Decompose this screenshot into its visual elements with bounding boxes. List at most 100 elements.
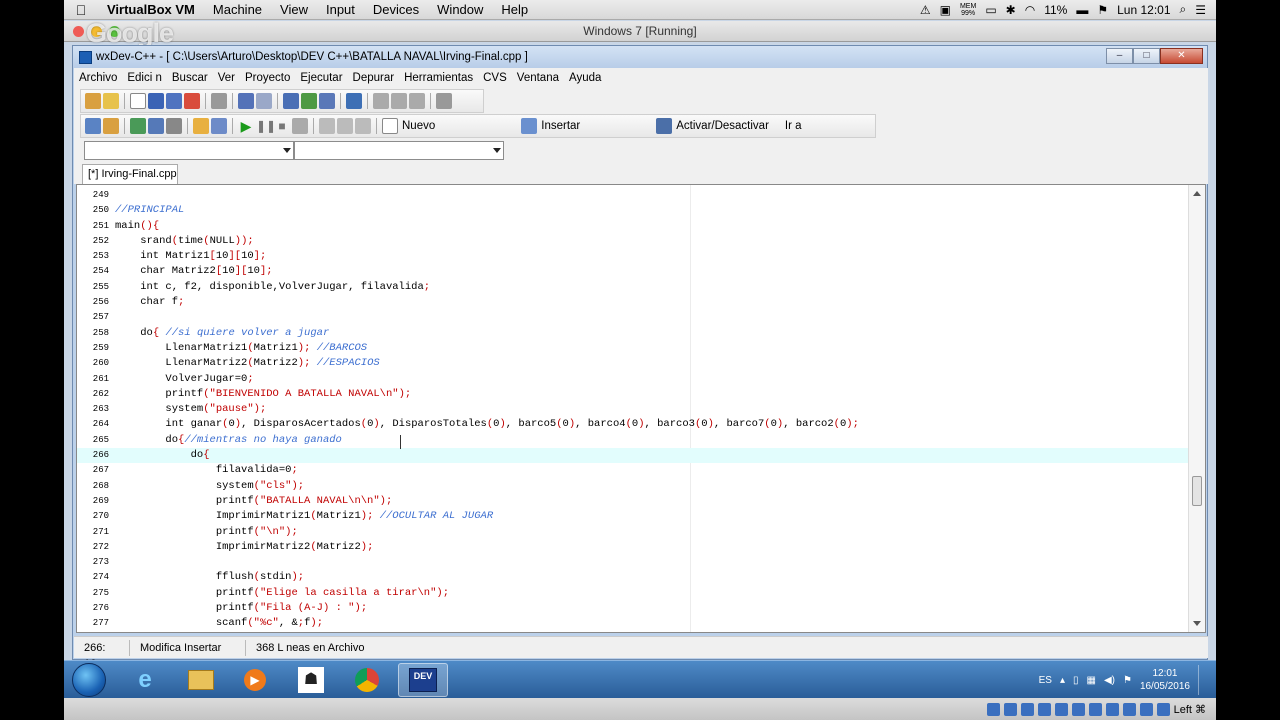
- new-file-icon[interactable]: [130, 93, 146, 109]
- mac-menu-view[interactable]: View: [271, 2, 317, 17]
- code-line[interactable]: 261 VolverJugar=0;: [77, 372, 1189, 387]
- code-line[interactable]: 265 do{//mientras no haya ganado: [77, 433, 1189, 448]
- add-to-project-icon[interactable]: [373, 93, 389, 109]
- indent-icon[interactable]: [319, 118, 335, 134]
- memory-indicator[interactable]: MEM 99%: [960, 3, 976, 17]
- notification-center-icon[interactable]: ☰: [1195, 3, 1206, 17]
- taskbar-clock[interactable]: 12:01 16/05/2016: [1140, 667, 1190, 693]
- menu-ejecutar[interactable]: Ejecutar: [295, 72, 347, 84]
- shared-folders-icon[interactable]: [1071, 702, 1085, 716]
- close-button[interactable]: ✕: [1160, 48, 1203, 64]
- close-file-icon[interactable]: [184, 93, 200, 109]
- taskbar-ie[interactable]: e: [120, 663, 170, 697]
- minimize-button[interactable]: –: [1106, 48, 1133, 64]
- step-icon[interactable]: [292, 118, 308, 134]
- battery-icon[interactable]: ▬: [1076, 3, 1088, 17]
- code-line[interactable]: 251 main(){: [77, 219, 1189, 234]
- mac-menu-window[interactable]: Window: [428, 2, 492, 17]
- run-icon[interactable]: ▶: [238, 118, 254, 134]
- code-line[interactable]: 263 system("pause");: [77, 402, 1189, 417]
- pause-icon[interactable]: ❚❚: [256, 118, 276, 134]
- maximize-button[interactable]: □: [1133, 48, 1160, 64]
- class-combo[interactable]: [84, 141, 294, 160]
- code-line[interactable]: 257: [77, 310, 1189, 325]
- alert-icon[interactable]: ⚠: [920, 3, 931, 17]
- mac-menu-machine[interactable]: Machine: [204, 2, 271, 17]
- taskbar-devcpp[interactable]: DEV: [398, 663, 448, 697]
- code-line[interactable]: 256 char f;: [77, 295, 1189, 310]
- build-icon[interactable]: [103, 118, 119, 134]
- menu-ver[interactable]: Ver: [213, 72, 240, 84]
- vertical-scrollbar[interactable]: [1188, 185, 1205, 632]
- new-project-icon[interactable]: [85, 93, 101, 109]
- code-line[interactable]: 274 fflush(stdin);: [77, 570, 1189, 585]
- flag-icon[interactable]: ⚑: [1123, 675, 1132, 686]
- code-line[interactable]: 260 LlenarMatriz2(Matriz2); //ESPACIOS: [77, 356, 1189, 371]
- language-indicator[interactable]: ES: [1039, 675, 1052, 686]
- code-line[interactable]: 258 do{ //si quiere volver a jugar: [77, 326, 1189, 341]
- rebuild-icon[interactable]: [130, 118, 146, 134]
- goto-bookmark-button[interactable]: Ir a: [785, 120, 802, 132]
- lock-icon[interactable]: ▣: [940, 3, 951, 17]
- code-line[interactable]: 262 printf("BIENVENIDO A BATALLA NAVAL\n…: [77, 387, 1189, 402]
- audio-icon[interactable]: [1020, 702, 1034, 716]
- goto-line-icon[interactable]: [346, 93, 362, 109]
- stop-icon[interactable]: ■: [274, 118, 290, 134]
- compile-options-icon[interactable]: [436, 93, 452, 109]
- flag-icon[interactable]: ⚑: [1097, 3, 1108, 17]
- spotlight-icon[interactable]: ⌕: [1180, 2, 1187, 17]
- member-combo[interactable]: [294, 141, 504, 160]
- redo-icon[interactable]: [256, 93, 272, 109]
- taskbar-explorer[interactable]: [176, 663, 226, 697]
- code-line[interactable]: 249: [77, 188, 1189, 203]
- battery-text[interactable]: 11%: [1044, 3, 1067, 17]
- print-icon[interactable]: [211, 93, 227, 109]
- show-desktop-button[interactable]: [1198, 665, 1208, 695]
- taskbar-chrome[interactable]: [342, 663, 392, 697]
- usb-icon[interactable]: [1054, 702, 1068, 716]
- toggle-bookmark-button[interactable]: Activar/Desactivar: [656, 118, 769, 134]
- code-line[interactable]: 250 //PRINCIPAL: [77, 203, 1189, 218]
- volume-icon[interactable]: ◀): [1104, 675, 1115, 686]
- code-line[interactable]: 253 int Matriz1[10][10];: [77, 249, 1189, 264]
- code-line[interactable]: 271 printf("\n");: [77, 525, 1189, 540]
- unindent-icon[interactable]: [337, 118, 353, 134]
- code-line[interactable]: 277 scanf("%c", &;f);: [77, 616, 1189, 631]
- undo-icon[interactable]: [238, 93, 254, 109]
- replace-icon[interactable]: [301, 93, 317, 109]
- start-button[interactable]: [72, 663, 106, 697]
- scroll-up-icon[interactable]: [1193, 191, 1201, 196]
- menu-cvs[interactable]: CVS: [478, 72, 512, 84]
- menu-proyecto[interactable]: Proyecto: [240, 72, 295, 84]
- mac-menu-devices[interactable]: Devices: [364, 2, 428, 17]
- menu-archivo[interactable]: Archivo: [74, 72, 122, 84]
- menu-depurar[interactable]: Depurar: [348, 72, 400, 84]
- code-line[interactable]: 276 printf("Fila (A-J) : ");: [77, 601, 1189, 616]
- tab-irving-final[interactable]: [*] Irving-Final.cpp: [82, 164, 178, 184]
- keyboard-capture-icon[interactable]: [1156, 702, 1170, 716]
- open-icon[interactable]: [103, 93, 119, 109]
- apple-icon[interactable]: : [64, 2, 98, 18]
- menu-ventana[interactable]: Ventana: [512, 72, 564, 84]
- code-editor[interactable]: 249 250 //PRINCIPAL 251 main(){252 srand(tim…: [76, 184, 1206, 633]
- hdd-icon[interactable]: [986, 702, 1000, 716]
- code-line[interactable]: 268 system("cls");: [77, 479, 1189, 494]
- mac-app-name[interactable]: VirtualBox VM: [98, 2, 204, 17]
- close-dot-icon[interactable]: [73, 26, 84, 37]
- debug-icon[interactable]: [148, 118, 164, 134]
- compile-icon[interactable]: [85, 118, 101, 134]
- menu-ayuda[interactable]: Ayuda: [564, 72, 606, 84]
- code-line[interactable]: 255 int c, f2, disponible,VolverJugar, f…: [77, 280, 1189, 295]
- scroll-thumb[interactable]: [1192, 476, 1202, 506]
- code-line[interactable]: 267 filavalida=0;: [77, 463, 1189, 478]
- help-icon[interactable]: [193, 118, 209, 134]
- mouse-integration-icon[interactable]: [1139, 702, 1153, 716]
- remove-from-project-icon[interactable]: [391, 93, 407, 109]
- code-line[interactable]: 275 printf("Elige la casilla a tirar\n")…: [77, 586, 1189, 601]
- bluetooth-icon[interactable]: ✱: [1006, 3, 1016, 17]
- network-icon[interactable]: ▦: [1086, 675, 1095, 686]
- video-capture-icon[interactable]: [1105, 702, 1119, 716]
- code-line[interactable]: 272 ImprimirMatriz2(Matriz2);: [77, 540, 1189, 555]
- save-all-icon[interactable]: [166, 93, 182, 109]
- code-line[interactable]: 266 do{: [77, 448, 1189, 464]
